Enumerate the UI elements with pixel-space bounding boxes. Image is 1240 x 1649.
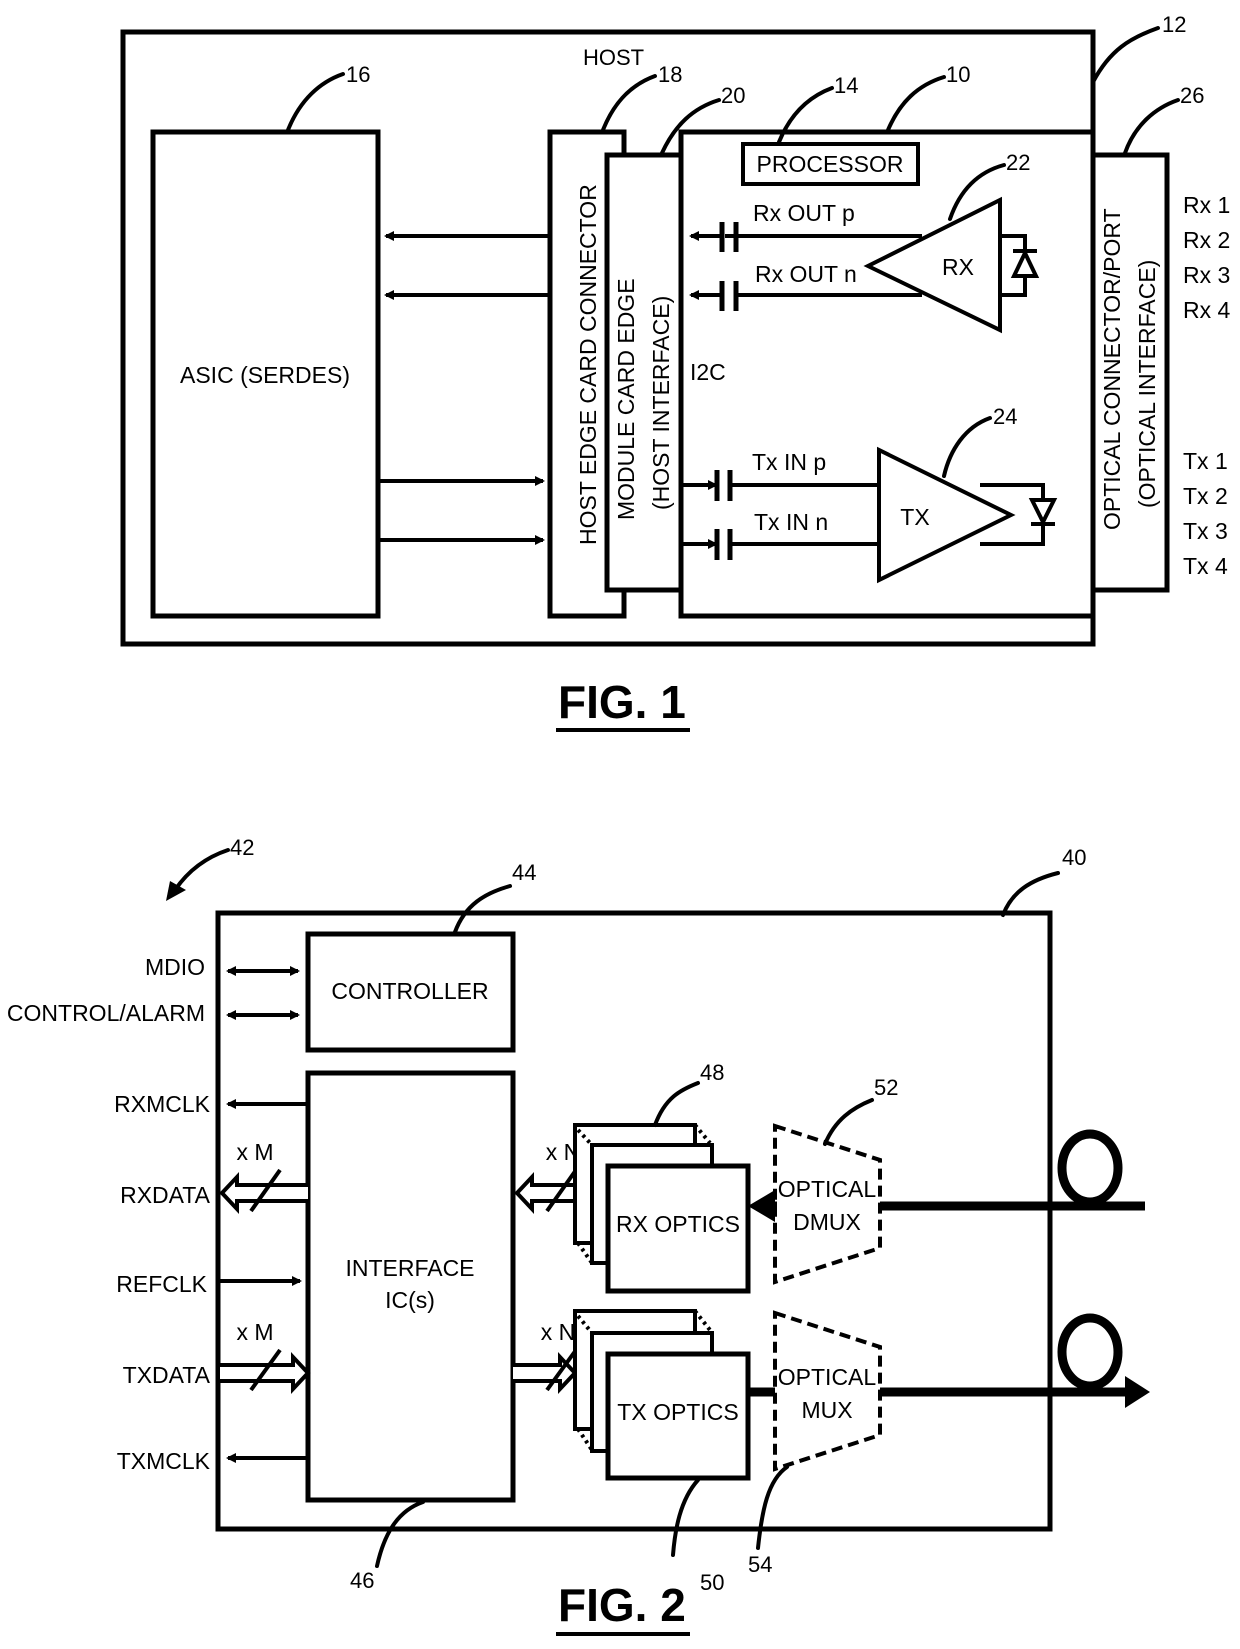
dmux-label-1: OPTICAL	[778, 1176, 877, 1202]
ref-42: 42	[230, 835, 254, 860]
figure-1: HOST 12 ASIC (SERDES) 16 HOST EDGE CARD …	[120, 12, 1231, 732]
host-interface-label: (HOST INTERFACE)	[648, 296, 674, 510]
rx-fiber-loop-icon	[1057, 1129, 1123, 1207]
tx-channel-2: Tx 2	[1183, 483, 1228, 509]
ref-12: 12	[1162, 12, 1186, 37]
control-alarm-label: CONTROL/ALARM	[7, 1000, 205, 1026]
tx-channel-3: Tx 3	[1183, 518, 1228, 544]
tx-label: TX	[900, 504, 929, 530]
ref-14: 14	[834, 73, 858, 98]
controller-label: CONTROLLER	[331, 978, 488, 1004]
rxdata-bus-width: x M	[236, 1139, 273, 1165]
asic-label: ASIC (SERDES)	[180, 362, 350, 388]
ref-leader-26	[1123, 98, 1180, 155]
tx-in-p-label: Tx IN p	[752, 449, 826, 475]
ref-40: 40	[1062, 845, 1086, 870]
rxmclk-label: RXMCLK	[114, 1091, 211, 1117]
module-card-edge-label: MODULE CARD EDGE	[613, 278, 639, 520]
optical-interface-label: (OPTICAL INTERFACE)	[1134, 260, 1160, 508]
ref-50: 50	[700, 1570, 724, 1595]
ref-20: 20	[721, 83, 745, 108]
tx-channel-4: Tx 4	[1183, 553, 1228, 579]
ref-44: 44	[512, 860, 536, 885]
patent-drawing: HOST 12 ASIC (SERDES) 16 HOST EDGE CARD …	[7, 12, 1231, 1636]
txdata-bus-width: x M	[236, 1319, 273, 1345]
ref-46: 46	[350, 1568, 374, 1593]
txmclk-label: TXMCLK	[117, 1448, 211, 1474]
interface-label: INTERFACE	[345, 1255, 474, 1281]
ref-42-arrowhead	[166, 881, 186, 901]
tx-in-n-label: Tx IN n	[754, 509, 828, 535]
processor-label: PROCESSOR	[757, 151, 904, 177]
rx-optics-label: RX OPTICS	[616, 1211, 740, 1237]
host-edge-connector-label: HOST EDGE CARD CONNECTOR	[575, 184, 601, 545]
ref-16: 16	[346, 62, 370, 87]
rx-channel-1: Rx 1	[1183, 192, 1230, 218]
txdata-label: TXDATA	[123, 1362, 211, 1388]
ref-leader-42	[173, 848, 230, 892]
rx-channel-4: Rx 4	[1183, 297, 1231, 323]
ref-22: 22	[1006, 150, 1030, 175]
rx-out-p-label: Rx OUT p	[753, 200, 855, 226]
tx-fiber-loop-icon	[1057, 1313, 1123, 1391]
ref-54: 54	[748, 1552, 772, 1577]
dmux-label-2: DMUX	[793, 1209, 861, 1235]
tx-optics-label: TX OPTICS	[617, 1399, 738, 1425]
optical-port-label: OPTICAL CONNECTOR/PORT	[1099, 208, 1125, 530]
refclk-label: REFCLK	[116, 1271, 207, 1297]
ref-24: 24	[993, 404, 1017, 429]
rx-out-n-label: Rx OUT n	[755, 261, 857, 287]
i2c-label: I2C	[690, 359, 726, 385]
rx-channel-3: Rx 3	[1183, 262, 1230, 288]
mux-label-1: OPTICAL	[778, 1364, 877, 1390]
ref-52: 52	[874, 1075, 898, 1100]
rx-channel-2: Rx 2	[1183, 227, 1230, 253]
ref-leader-40	[1001, 871, 1060, 917]
figure-2-caption: FIG. 2	[558, 1579, 686, 1631]
mux-label-2: MUX	[801, 1397, 852, 1423]
interface-ic-label: IC(s)	[385, 1287, 435, 1313]
host-label: HOST	[583, 45, 644, 70]
mdio-label: MDIO	[145, 954, 205, 980]
tx-optics-bus-width: x N	[541, 1319, 576, 1345]
ref-18: 18	[658, 62, 682, 87]
figure-1-caption: FIG. 1	[558, 676, 686, 728]
ref-26: 26	[1180, 83, 1204, 108]
rx-label: RX	[942, 254, 974, 280]
tx-fiber-arrowhead	[1125, 1376, 1150, 1408]
tx-channel-1: Tx 1	[1183, 448, 1228, 474]
ref-48: 48	[700, 1060, 724, 1085]
figure-2: 42 40 CONTROLLER 44 INTERFACE IC(s) 46 M…	[7, 835, 1150, 1636]
rxdata-label: RXDATA	[120, 1182, 211, 1208]
ref-10: 10	[946, 62, 970, 87]
ref-leader-12	[1091, 26, 1160, 84]
